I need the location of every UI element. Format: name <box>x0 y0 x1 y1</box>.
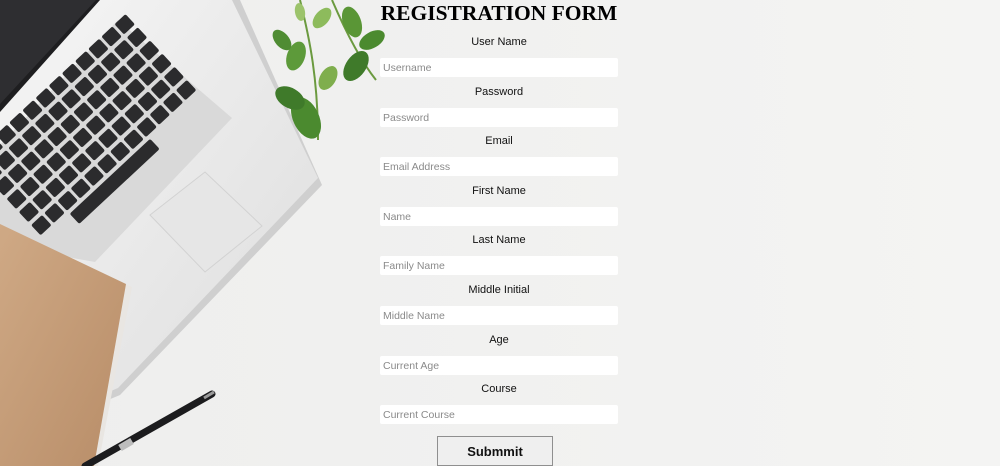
course-label: Course <box>481 383 517 395</box>
last-name-input[interactable] <box>380 256 618 275</box>
middle-initial-label: Middle Initial <box>468 284 530 296</box>
username-input[interactable] <box>380 58 618 77</box>
email-input[interactable] <box>380 157 618 176</box>
first-name-label: First Name <box>472 185 526 197</box>
username-label: User Name <box>471 36 527 48</box>
first-name-input[interactable] <box>380 207 618 226</box>
password-input[interactable] <box>380 108 618 127</box>
age-input[interactable] <box>380 356 618 375</box>
age-label: Age <box>489 334 509 346</box>
password-label: Password <box>474 86 524 98</box>
email-label: Email <box>485 135 513 147</box>
course-input[interactable] <box>380 405 618 424</box>
last-name-label: Last Name <box>472 234 526 246</box>
middle-initial-input[interactable] <box>380 306 618 325</box>
submit-button[interactable]: Submmit <box>437 436 553 466</box>
form-title: REGISTRATION FORM <box>380 1 618 25</box>
